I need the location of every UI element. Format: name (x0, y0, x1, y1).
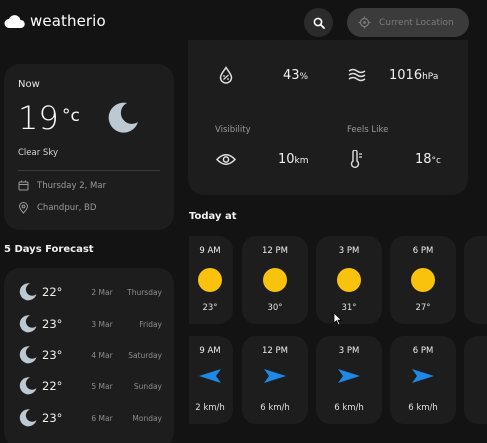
current-date: Thursday 2, Mar (37, 180, 107, 191)
current-location-label: Current Location (379, 17, 454, 28)
hourly-wind-card: 6 PM 6 km/h (390, 336, 456, 424)
search-icon (313, 17, 325, 29)
list-item: 22° 5 Mar Sunday (18, 376, 164, 396)
hourly-wind-card: 3 PM 6 km/h (316, 336, 382, 424)
wind-direction-icon (264, 369, 286, 383)
hour-label: 9 AM (199, 246, 221, 256)
current-weather-card: Now 19 °c Clear Sky Thursday 2, Mar Chan… (4, 64, 174, 230)
feels-like-value: 18°c (415, 152, 441, 167)
hour-temp: 31° (341, 303, 357, 313)
today-title: Today at (189, 211, 237, 222)
search-button[interactable] (304, 8, 333, 37)
wind-direction-icon (412, 369, 434, 383)
hour-temp: 27° (415, 303, 431, 313)
forecast-date: 5 Mar (91, 381, 113, 391)
forecast-date: 6 Mar (91, 413, 113, 423)
moon-icon (19, 283, 37, 301)
hour-temp: 23° (202, 303, 218, 313)
divider (18, 170, 160, 171)
logo-text: weatherio (30, 12, 106, 30)
forecast-temp: 22° (42, 285, 63, 299)
hourly-temp-card: 12 PM 30° (242, 236, 308, 324)
hour-label: 12 PM (262, 246, 288, 256)
hour-temp: 30° (267, 303, 283, 313)
eye-icon (216, 154, 236, 165)
current-location-button[interactable]: Current Location (347, 8, 469, 37)
calendar-icon (18, 180, 29, 191)
current-temperature: 19 (18, 99, 59, 137)
date-row: Thursday 2, Mar (18, 180, 106, 191)
location-pin-icon (18, 202, 29, 214)
forecast-day: Friday (139, 319, 162, 329)
sun-icon (411, 268, 435, 292)
logo[interactable]: weatherio (4, 12, 106, 30)
hourly-wind-card: 9 AM 2 km/h (189, 336, 233, 424)
hour-label: 3 PM (338, 246, 360, 256)
wind-direction-icon (199, 369, 221, 383)
sun-icon (337, 268, 361, 292)
hour-wind: 6 km/h (260, 403, 290, 413)
visibility-value: 10km (278, 152, 309, 167)
mouse-cursor-icon (333, 312, 343, 326)
hourly-temp-card (464, 236, 487, 324)
cloud-icon (4, 15, 25, 28)
hour-wind: 2 km/h (195, 403, 225, 413)
now-title: Now (18, 79, 40, 90)
wind-direction-icon (338, 369, 360, 383)
forecast-day: Sunday (133, 381, 162, 391)
hourly-temp-card: 6 PM 27° (390, 236, 456, 324)
temperature-unit: °c (62, 106, 80, 126)
forecast-temp: 23° (42, 317, 63, 331)
hourly-temp-card: 9 AM 23° (189, 236, 233, 324)
moon-icon (19, 315, 37, 333)
list-item: 23° 6 Mar Monday (18, 408, 164, 428)
moon-icon (19, 346, 37, 364)
pressure-icon (348, 68, 366, 82)
list-item: 22° 2 Mar Thursday (18, 282, 164, 302)
hourly-wind-card (464, 336, 487, 424)
sun-icon (263, 268, 287, 292)
humidity-icon (219, 66, 233, 84)
pressure-value: 1016hPa (389, 68, 439, 83)
current-location: Chandpur, BD (37, 203, 97, 213)
list-item: 23° 3 Mar Friday (18, 314, 164, 334)
moon-icon (19, 409, 37, 427)
location-row: Chandpur, BD (18, 202, 96, 214)
sun-icon (198, 268, 222, 292)
list-item: 23° 4 Mar Saturday (18, 345, 164, 365)
humidity-value: 43% (283, 68, 309, 83)
hourly-temp-card: 3 PM 31° (316, 236, 382, 324)
forecast-day: Thursday (127, 287, 162, 297)
hour-label: 6 PM (412, 246, 434, 256)
hour-label: 9 AM (199, 346, 221, 356)
forecast-date: 2 Mar (91, 287, 113, 297)
forecast-day: Saturday (128, 350, 162, 360)
hour-label: 3 PM (338, 346, 360, 356)
hourly-scroller[interactable]: 9 AM 23° 12 PM 30° 3 PM 31° 6 PM 27° 9 A… (189, 233, 487, 443)
hour-wind: 6 km/h (334, 403, 364, 413)
forecast-card: 22° 2 Mar Thursday 23° 3 Mar Friday 23° … (4, 268, 174, 443)
hourly-wind-card: 12 PM 6 km/h (242, 336, 308, 424)
visibility-label: Visibility (215, 125, 251, 135)
feels-like-label: Feels Like (347, 125, 389, 135)
forecast-title: 5 Days Forecast (4, 244, 94, 255)
moon-icon (108, 102, 138, 133)
forecast-temp: 23° (42, 411, 63, 425)
forecast-temp: 23° (42, 348, 63, 362)
forecast-day: Monday (132, 413, 162, 423)
forecast-date: 3 Mar (91, 319, 113, 329)
hour-wind: 6 km/h (408, 403, 438, 413)
gps-icon (358, 16, 371, 29)
moon-icon (19, 377, 37, 395)
thermometer-icon (350, 150, 362, 169)
forecast-temp: 22° (42, 379, 63, 393)
hour-label: 6 PM (412, 346, 434, 356)
hour-label: 12 PM (262, 346, 288, 356)
forecast-date: 4 Mar (91, 350, 113, 360)
weather-condition: Clear Sky (18, 148, 58, 158)
highlights-card: 43% 1016hPa Visibility 10km Feels Like 1… (188, 40, 468, 195)
